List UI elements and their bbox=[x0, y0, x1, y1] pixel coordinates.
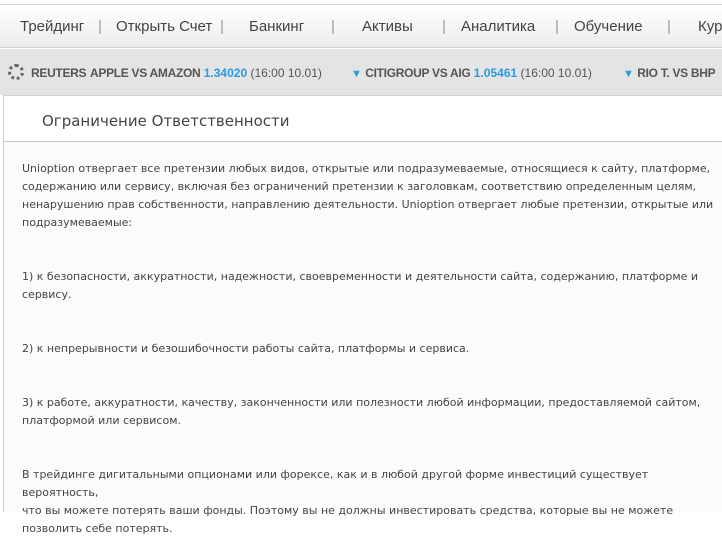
nav-separator: | bbox=[331, 18, 335, 35]
paragraph: Unioption отвергает все претензии любых … bbox=[22, 160, 722, 232]
news-ticker: REUTERS APPLE VS AMAZON 1.34020 (16:00 1… bbox=[0, 49, 722, 95]
nav-separator: | bbox=[667, 18, 671, 35]
paragraph: 2) к непрерывности и безошибочности рабо… bbox=[22, 340, 722, 358]
text-line: Unioption отвергает все претензии любых … bbox=[22, 162, 711, 175]
nav-separator: | bbox=[98, 18, 102, 35]
paragraph: 3) к работе, аккуратности, качеству, зак… bbox=[22, 394, 722, 430]
text-line: ненарушению прав собственности, направле… bbox=[22, 198, 714, 211]
ticker-brand: REUTERS bbox=[31, 66, 87, 80]
nav-item-courses[interactable]: Кур bbox=[698, 18, 722, 35]
down-arrow-icon: ▼ bbox=[623, 68, 634, 80]
nav-item-education[interactable]: Обучение bbox=[574, 18, 643, 35]
nav-item-assets[interactable]: Активы bbox=[362, 18, 413, 35]
down-arrow-icon: ▼ bbox=[351, 68, 362, 80]
text-line: 3) к работе, аккуратности, качеству, зак… bbox=[22, 396, 701, 409]
text-line: В трейдинге дигитальными опционами или ф… bbox=[22, 468, 649, 499]
nav-separator: | bbox=[220, 18, 224, 35]
text-line: 2) к непрерывности и безошибочности рабо… bbox=[22, 342, 470, 355]
content-panel: Ограничение Ответственности Unioption от… bbox=[3, 95, 722, 535]
nav-separator: | bbox=[555, 18, 559, 35]
reuters-logo-icon bbox=[8, 64, 24, 80]
top-nav: Трейдинг | Открыть Счет | Банкинг | Акти… bbox=[0, 4, 722, 48]
paragraph: 1) к безопасности, аккуратности, надежно… bbox=[22, 268, 722, 304]
ticker-item[interactable]: APPLE VS AMAZON 1.34020 (16:00 10.01) bbox=[90, 66, 322, 80]
disclaimer-text: Unioption отвергает все претензии любых … bbox=[4, 142, 722, 535]
text-line: подразумеваемые: bbox=[22, 216, 133, 229]
text-line: платформой или сервисом. bbox=[22, 414, 181, 427]
ticker-item[interactable]: ▼ CITIGROUP VS AIG 1.05461 (16:00 10.01) bbox=[351, 66, 592, 80]
paragraph: В трейдинге дигитальными опционами или ф… bbox=[22, 466, 722, 538]
text-line: 1) к безопасности, аккуратности, надежно… bbox=[22, 270, 699, 283]
text-line: что вы можете потерять ваши фонды. Поэто… bbox=[22, 504, 674, 517]
nav-item-trading[interactable]: Трейдинг bbox=[20, 18, 84, 35]
nav-item-open-account[interactable]: Открыть Счет bbox=[116, 18, 212, 35]
ticker-item[interactable]: ▼ RIO T. VS BHP bbox=[623, 66, 716, 80]
text-line: сервису. bbox=[22, 288, 72, 301]
nav-item-analytics[interactable]: Аналитика bbox=[461, 18, 535, 35]
nav-item-banking[interactable]: Банкинг bbox=[249, 18, 304, 35]
page-title: Ограничение Ответственности bbox=[4, 96, 722, 142]
text-line: содержанию или сервису, включая без огра… bbox=[22, 180, 697, 193]
nav-separator: | bbox=[442, 18, 446, 35]
text-line: позволить себе потерять. bbox=[22, 522, 173, 535]
